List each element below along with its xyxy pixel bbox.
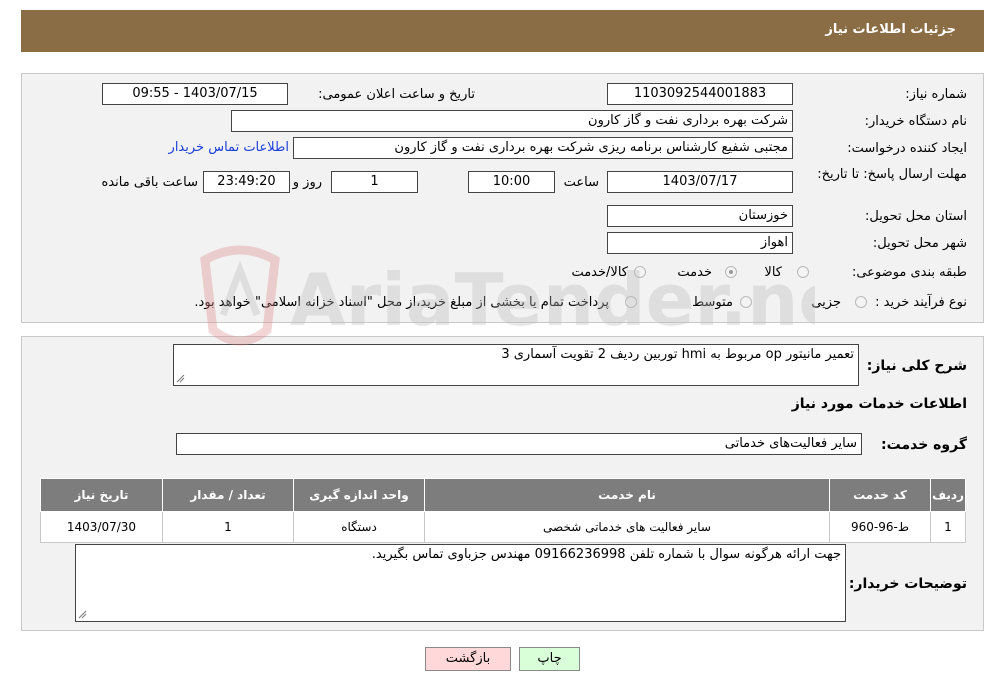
col-need-date: تاریخ نیاز bbox=[40, 478, 163, 512]
announce-datetime-field: 1403/07/15 - 09:55 bbox=[102, 83, 288, 105]
print-button[interactable]: چاپ bbox=[519, 647, 580, 671]
cell-need-date: 1403/07/30 bbox=[40, 511, 163, 543]
remaining-label: ساعت باقی مانده bbox=[101, 175, 198, 190]
service-group-field: سایر فعالیت‌های خدماتی bbox=[176, 433, 862, 455]
cell-unit: دستگاه bbox=[293, 511, 425, 543]
deadline-time-field: 10:00 bbox=[468, 171, 555, 193]
col-unit: واحد اندازه گیری bbox=[293, 478, 425, 512]
requester-label: ایجاد کننده درخواست: bbox=[847, 141, 967, 156]
deadline-days-field: 1 bbox=[331, 171, 418, 193]
treasury-note: پرداخت تمام یا بخشی از مبلغ خرید،از محل … bbox=[194, 295, 609, 310]
purchase-option-medium: متوسط bbox=[692, 295, 733, 310]
table-header-row: ردیف کد خدمت نام خدمت واحد اندازه گیری ت… bbox=[40, 478, 966, 512]
city-field: اهواز bbox=[607, 232, 793, 254]
summary-label: شرح کلی نیاز: bbox=[866, 358, 967, 374]
city-label: شهر محل تحویل: bbox=[872, 236, 967, 251]
cell-service-code: ط-96-960 bbox=[829, 511, 931, 543]
summary-text: تعمیر مانیتور op مربوط به hmi توربین ردی… bbox=[501, 347, 854, 362]
buyer-contact-link[interactable]: اطلاعات تماس خریدار bbox=[169, 140, 289, 155]
back-button[interactable]: بازگشت bbox=[425, 647, 511, 671]
requester-field: مجتبی شفیع کارشناس برنامه ریزی شرکت بهره… bbox=[293, 137, 793, 159]
purchase-radio-medium[interactable] bbox=[740, 296, 752, 308]
summary-textarea[interactable]: تعمیر مانیتور op مربوط به hmi توربین ردی… bbox=[173, 344, 859, 386]
deadline-time-label: ساعت bbox=[563, 175, 599, 190]
announce-datetime-label: تاریخ و ساعت اعلان عمومی: bbox=[318, 87, 475, 102]
services-table: ردیف کد خدمت نام خدمت واحد اندازه گیری ت… bbox=[40, 478, 966, 543]
need-number-label: شماره نیاز: bbox=[905, 87, 967, 102]
category-option-goods: کالا bbox=[764, 265, 782, 280]
buyer-notes-label: توضیحات خریدار: bbox=[848, 576, 967, 592]
province-label: استان محل تحویل: bbox=[865, 209, 967, 224]
province-field: خوزستان bbox=[607, 205, 793, 227]
services-heading: اطلاعات خدمات مورد نیاز bbox=[791, 396, 967, 412]
page-header: جزئیات اطلاعات نیاز bbox=[21, 10, 984, 52]
cell-service-name: سایر فعالیت های خدماتی شخصی bbox=[424, 511, 830, 543]
col-quantity: تعداد / مقدار bbox=[162, 478, 294, 512]
purchase-radio-minor[interactable] bbox=[855, 296, 867, 308]
buyer-org-label: نام دستگاه خریدار: bbox=[864, 114, 967, 129]
col-service-name: نام خدمت bbox=[424, 478, 830, 512]
cell-quantity: 1 bbox=[162, 511, 294, 543]
col-row: ردیف bbox=[930, 478, 966, 512]
buyer-notes-text: جهت ارائه هرگونه سوال با شماره تلفن 0916… bbox=[371, 547, 841, 562]
col-service-code: کد خدمت bbox=[829, 478, 931, 512]
category-radio-goods-service[interactable] bbox=[634, 266, 646, 278]
deadline-label: مهلت ارسال پاسخ: تا تاریخ: bbox=[817, 167, 967, 182]
resize-handle-icon[interactable] bbox=[78, 610, 87, 619]
need-number-field: 1103092544001883 bbox=[607, 83, 793, 105]
buyer-notes-textarea[interactable]: جهت ارائه هرگونه سوال با شماره تلفن 0916… bbox=[75, 544, 846, 622]
category-option-goods-service: کالا/خدمت bbox=[571, 265, 628, 280]
page-title: جزئیات اطلاعات نیاز bbox=[825, 22, 956, 37]
purchase-type-label: نوع فرآیند خرید : bbox=[875, 295, 967, 310]
category-label: طبقه بندی موضوعی: bbox=[851, 265, 967, 280]
buyer-org-field: شرکت بهره برداری نفت و گاز کارون bbox=[231, 110, 793, 132]
treasury-checkbox[interactable] bbox=[625, 296, 637, 308]
service-group-label: گروه خدمت: bbox=[881, 437, 967, 453]
category-radio-service[interactable] bbox=[725, 266, 737, 278]
category-radio-goods[interactable] bbox=[797, 266, 809, 278]
resize-handle-icon[interactable] bbox=[176, 374, 185, 383]
purchase-option-minor: جزیی bbox=[811, 295, 841, 310]
table-row: 1 ط-96-960 سایر فعالیت های خدماتی شخصی د… bbox=[40, 511, 966, 543]
deadline-date-field: 1403/07/17 bbox=[607, 171, 793, 193]
remaining-time-field: 23:49:20 bbox=[203, 171, 290, 193]
cell-row: 1 bbox=[930, 511, 966, 543]
category-option-service: خدمت bbox=[677, 265, 712, 280]
days-label: روز و bbox=[292, 175, 322, 190]
